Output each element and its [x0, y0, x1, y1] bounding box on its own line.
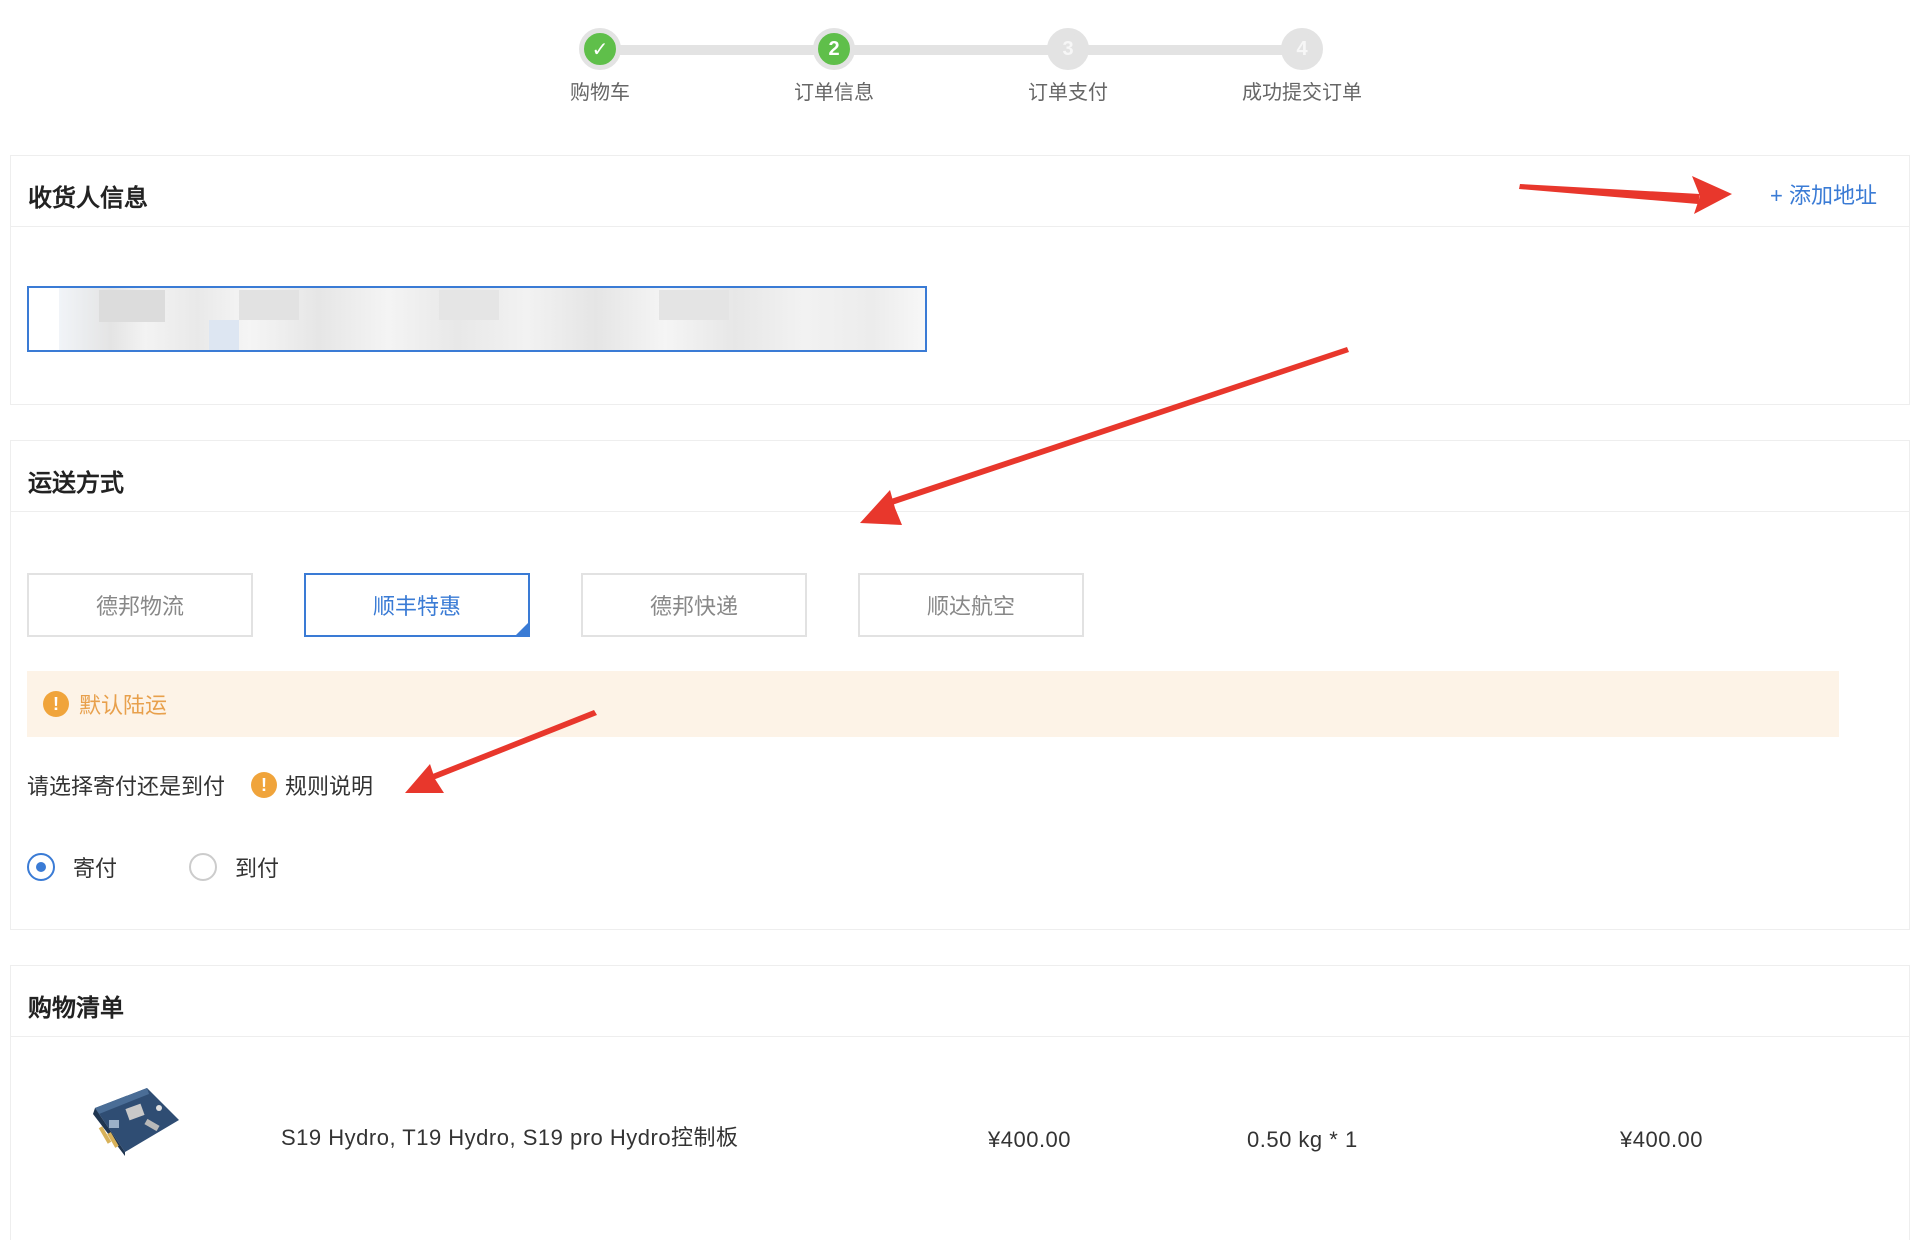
step-connector [1068, 45, 1302, 55]
shipping-option-sf-special[interactable]: 顺丰特惠 [304, 573, 530, 637]
radio-label: 寄付 [73, 856, 118, 881]
warning-icon: ! [251, 772, 278, 798]
consignee-header: 收货人信息 + 添加地址 [11, 156, 1909, 227]
product-weight-quantity: 0.50 kg * 1 [1247, 1127, 1358, 1152]
payment-question-text: 请选择寄付还是到付 [27, 774, 226, 799]
step-1-check-icon: ✓ [579, 28, 621, 70]
step-2-marker: 2 [813, 28, 855, 70]
step-label-payment: 订单支付 [1028, 82, 1108, 104]
shipping-option-debang-express[interactable]: 德邦快递 [581, 573, 807, 637]
step-connector [834, 45, 1068, 55]
shipping-option-shunda-air[interactable]: 顺达航空 [858, 573, 1084, 637]
order-info-page: ✓ 2 3 4 购物车 订单信息 订单支付 成功提交订单 收货人信息 + 添加地… [0, 0, 1918, 1240]
selected-corner-icon [515, 622, 529, 636]
step-label-order-info: 订单信息 [794, 82, 874, 104]
product-subtotal: ¥400.00 [1620, 1127, 1704, 1152]
product-row: S19 Hydro, T19 Hydro, S19 pro Hydro控制板 ¥… [11, 1036, 1909, 1196]
radio-cash-on-delivery[interactable]: 到付 [189, 851, 279, 883]
checkout-progress: ✓ 2 3 4 购物车 订单信息 订单支付 成功提交订单 [0, 0, 1918, 130]
shipping-option-label: 顺丰特惠 [372, 594, 461, 619]
radio-label: 到付 [235, 856, 280, 881]
notice-text: 默认陆运 [79, 693, 168, 718]
step-label-submitted: 成功提交订单 [1242, 82, 1362, 104]
product-unit-price: ¥400.00 [988, 1127, 1072, 1152]
shipping-header: 运送方式 [11, 441, 1909, 512]
default-shipping-notice: ! 默认陆运 [27, 671, 1839, 737]
shipping-option-debang-logistics[interactable]: 德邦物流 [27, 573, 253, 637]
shipping-title: 运送方式 [28, 470, 124, 497]
shopping-list-header: 购物清单 [11, 966, 1909, 1037]
shipping-card: 运送方式 德邦物流 顺丰特惠 德邦快递 顺达航空 ! 默认陆运 请选择寄付还是到… [10, 440, 1910, 930]
shipping-option-label: 顺达航空 [926, 594, 1015, 619]
shipping-option-label: 德邦物流 [95, 594, 184, 619]
step-connector [600, 45, 834, 55]
consignee-card: 收货人信息 + 添加地址 [10, 155, 1910, 405]
radio-checked-icon[interactable] [27, 853, 55, 881]
radio-unchecked-icon[interactable] [189, 853, 217, 881]
warning-icon: ! [43, 691, 69, 717]
redacted-address [59, 288, 925, 350]
rules-link[interactable]: ! 规则说明 [251, 769, 373, 801]
product-name[interactable]: S19 Hydro, T19 Hydro, S19 pro Hydro控制板 [281, 1120, 739, 1152]
address-option-selected[interactable] [27, 286, 927, 352]
control-board-image [93, 1088, 179, 1156]
step-4-marker: 4 [1281, 28, 1323, 70]
shopping-list-title: 购物清单 [28, 995, 124, 1022]
step-label-cart: 购物车 [570, 82, 630, 104]
consignee-title: 收货人信息 [28, 185, 148, 212]
shopping-list-card: 购物清单 S19 Hydro, T19 Hydro, S19 pro Hydro… [10, 965, 1910, 1240]
rules-link-label: 规则说明 [285, 774, 374, 799]
add-address-link[interactable]: + 添加地址 [1770, 178, 1877, 210]
payment-question: 请选择寄付还是到付 ! 规则说明 [27, 769, 373, 801]
step-3-marker: 3 [1047, 28, 1089, 70]
radio-prepaid[interactable]: 寄付 [27, 851, 117, 883]
shipping-option-label: 德邦快递 [649, 594, 738, 619]
